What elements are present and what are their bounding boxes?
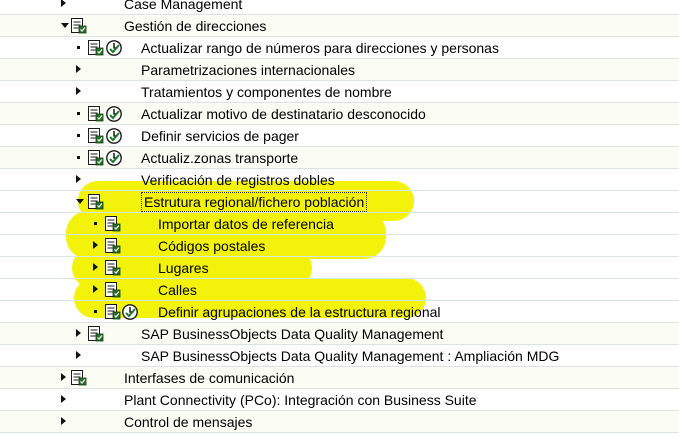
- tree-row[interactable]: Actualizar motivo de destinatario descon…: [0, 103, 679, 125]
- triangle-right-icon[interactable]: [93, 241, 98, 249]
- triangle-right-icon[interactable]: [76, 351, 81, 359]
- documentation-icon[interactable]: [104, 281, 122, 299]
- triangle-right-icon[interactable]: [93, 263, 98, 271]
- documentation-icon[interactable]: [87, 193, 105, 211]
- tree-node-label[interactable]: Calles: [158, 281, 197, 299]
- tree-row[interactable]: Interfases de comunicación: [0, 367, 679, 389]
- triangle-right-icon[interactable]: [61, 373, 66, 381]
- triangle-down-icon[interactable]: [61, 23, 69, 28]
- bullet-dot-icon: [77, 134, 80, 137]
- bullet-dot-icon: [77, 156, 80, 159]
- tree-node-label[interactable]: Tratamientos y componentes de nombre: [141, 83, 392, 101]
- triangle-right-icon[interactable]: [76, 329, 81, 337]
- documentation-icon[interactable]: [87, 105, 105, 123]
- tree-row[interactable]: Importar datos de referencia: [0, 213, 679, 235]
- documentation-icon[interactable]: [104, 303, 122, 321]
- triangle-right-icon[interactable]: [76, 87, 81, 95]
- bullet-dot-icon: [77, 112, 80, 115]
- tree-row[interactable]: Tratamientos y componentes de nombre: [0, 81, 679, 103]
- documentation-icon[interactable]: [104, 237, 122, 255]
- tree-node-label[interactable]: Importar datos de referencia: [158, 215, 334, 233]
- execute-activity-clock-icon[interactable]: [105, 105, 123, 123]
- tree-node-label[interactable]: Verificación de registros dobles: [141, 171, 335, 189]
- tree-row[interactable]: Definir agrupaciones de la estructura re…: [0, 301, 679, 323]
- documentation-icon[interactable]: [70, 17, 88, 35]
- tree-row[interactable]: Plant Connectivity (PCo): Integración co…: [0, 389, 679, 411]
- documentation-icon[interactable]: [87, 39, 105, 57]
- tree-row[interactable]: Verificación de registros dobles: [0, 169, 679, 191]
- tree-node-label[interactable]: Gestión de direcciones: [124, 17, 266, 35]
- tree-node-label[interactable]: SAP BusinessObjects Data Quality Managem…: [141, 347, 559, 365]
- documentation-icon[interactable]: [87, 149, 105, 167]
- tree-row[interactable]: Control de mensajes: [0, 411, 679, 433]
- documentation-icon[interactable]: [87, 127, 105, 145]
- tree-node-label[interactable]: Case Management: [124, 0, 242, 13]
- tree-row[interactable]: Definir servicios de pager: [0, 125, 679, 147]
- tree-row[interactable]: Códigos postales: [0, 235, 679, 257]
- triangle-right-icon[interactable]: [61, 0, 66, 7]
- tree-row[interactable]: SAP BusinessObjects Data Quality Managem…: [0, 323, 679, 345]
- execute-activity-clock-icon[interactable]: [105, 39, 123, 57]
- documentation-icon[interactable]: [104, 259, 122, 277]
- tree-node-label[interactable]: Plant Connectivity (PCo): Integración co…: [124, 391, 477, 409]
- tree-row[interactable]: Actualiz.zonas transporte: [0, 147, 679, 169]
- tree-node-label[interactable]: Interfases de comunicación: [124, 369, 294, 387]
- triangle-right-icon[interactable]: [76, 65, 81, 73]
- tree-node-label[interactable]: Definir servicios de pager: [141, 127, 299, 145]
- img-tree: Case Management Gestión de direcciones A…: [0, 0, 679, 433]
- triangle-right-icon[interactable]: [61, 417, 66, 425]
- tree-node-label[interactable]: Actualizar motivo de destinatario descon…: [141, 105, 426, 123]
- tree-row[interactable]: Estrutura regional/fichero población: [0, 191, 679, 213]
- documentation-icon[interactable]: [87, 325, 105, 343]
- documentation-icon[interactable]: [104, 215, 122, 233]
- tree-node-label[interactable]: Actualiz.zonas transporte: [141, 149, 298, 167]
- tree-node-label[interactable]: SAP BusinessObjects Data Quality Managem…: [141, 325, 443, 343]
- triangle-right-icon[interactable]: [93, 285, 98, 293]
- triangle-right-icon[interactable]: [61, 395, 66, 403]
- tree-node-label[interactable]: Control de mensajes: [124, 413, 252, 431]
- tree-node-label[interactable]: Definir agrupaciones de la estructura re…: [158, 303, 441, 321]
- tree-node-label[interactable]: Actualizar rango de números para direcci…: [141, 39, 499, 57]
- tree-node-label[interactable]: Estrutura regional/fichero población: [141, 192, 368, 212]
- tree-node-label[interactable]: Códigos postales: [158, 237, 265, 255]
- tree-row[interactable]: Lugares: [0, 257, 679, 279]
- triangle-right-icon[interactable]: [76, 175, 81, 183]
- tree-row[interactable]: Actualizar rango de números para direcci…: [0, 37, 679, 59]
- bullet-dot-icon: [94, 222, 97, 225]
- bullet-dot-icon: [77, 46, 80, 49]
- tree-row[interactable]: Gestión de direcciones: [0, 15, 679, 37]
- documentation-icon[interactable]: [70, 369, 88, 387]
- bullet-dot-icon: [94, 310, 97, 313]
- tree-row[interactable]: Case Management: [0, 0, 679, 15]
- tree-node-label[interactable]: Parametrizaciones internacionales: [141, 61, 355, 79]
- tree-row[interactable]: SAP BusinessObjects Data Quality Managem…: [0, 345, 679, 367]
- tree-row[interactable]: Calles: [0, 279, 679, 301]
- tree-node-label[interactable]: Lugares: [158, 259, 209, 277]
- execute-activity-clock-icon[interactable]: [105, 127, 123, 145]
- execute-activity-clock-icon[interactable]: [105, 149, 123, 167]
- tree-row[interactable]: Parametrizaciones internacionales: [0, 59, 679, 81]
- execute-activity-clock-icon[interactable]: [121, 303, 139, 321]
- triangle-down-icon[interactable]: [76, 199, 84, 204]
